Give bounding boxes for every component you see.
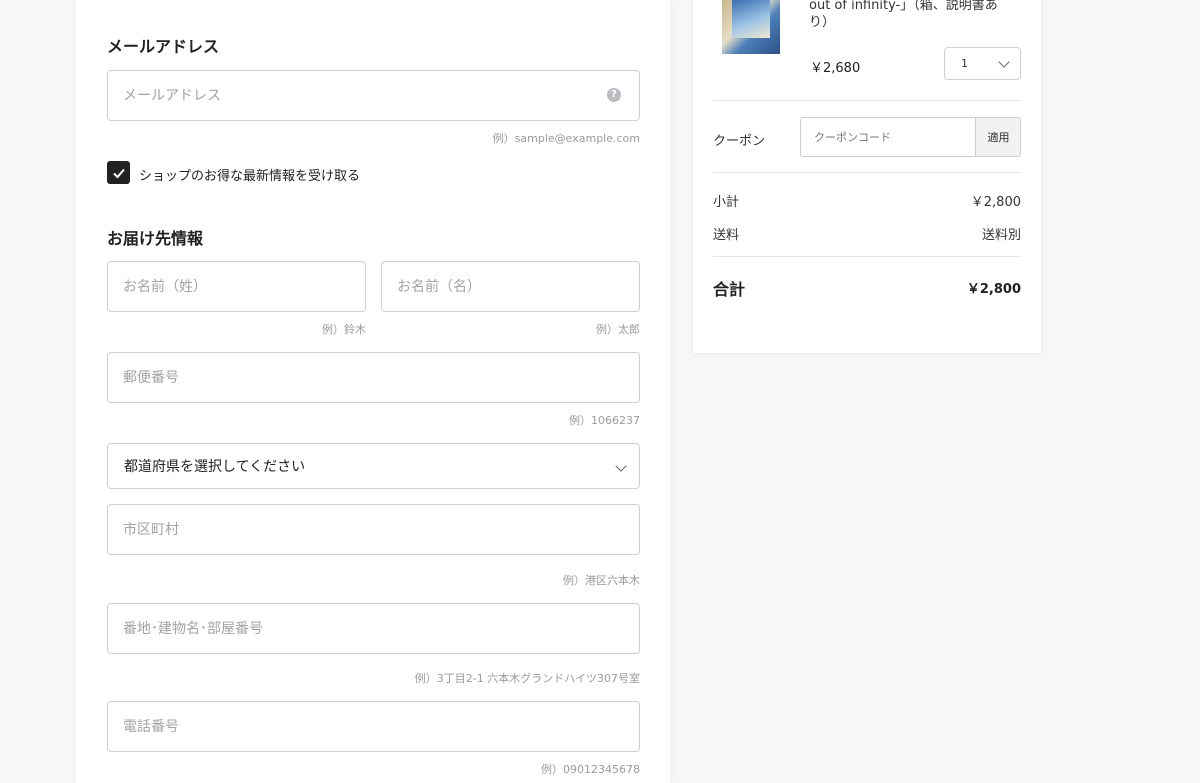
divider — [713, 172, 1021, 173]
product-price: ￥2,680 — [810, 61, 861, 76]
prefecture-selected-value: 都道府県を選択してください — [124, 459, 306, 475]
city-input[interactable] — [123, 521, 639, 538]
question-circle-icon[interactable]: ? — [607, 88, 621, 102]
phone-input[interactable] — [123, 718, 639, 735]
email-input[interactable] — [123, 87, 639, 104]
coupon-label: クーポン — [713, 134, 766, 149]
city-field[interactable] — [107, 504, 640, 555]
chevron-down-icon — [998, 56, 1010, 68]
quantity-value: 1 — [961, 57, 968, 70]
total-label: 合計 — [713, 280, 746, 299]
email-section-title: メールアドレス — [107, 37, 220, 56]
coupon-group: 適用 — [800, 117, 1021, 157]
subtotal-label: 小計 — [713, 195, 740, 210]
shipping-fee-value: 送料別 — [981, 228, 1021, 243]
shipping-fee-label: 送料 — [713, 228, 740, 243]
last-name-hint: 例）鈴木 — [322, 323, 366, 336]
last-name-field[interactable] — [107, 261, 366, 312]
divider — [713, 256, 1021, 257]
last-name-input[interactable] — [123, 278, 365, 295]
postal-code-field[interactable] — [107, 352, 640, 403]
address-field[interactable] — [107, 603, 640, 654]
coupon-apply-button[interactable]: 適用 — [975, 118, 1020, 156]
product-thumbnail — [722, 0, 780, 54]
postal-code-hint: 例）1066237 — [569, 414, 640, 427]
email-field[interactable]: ? — [107, 70, 640, 121]
address-hint: 例）3丁目2-1 六本木グランドハイツ307号室 — [414, 672, 640, 685]
newsletter-checkbox[interactable] — [107, 161, 130, 184]
chevron-down-icon — [615, 460, 627, 472]
phone-hint: 例）09012345678 — [541, 763, 640, 776]
subtotal-value: ￥2,800 — [970, 195, 1021, 210]
first-name-hint: 例）太郎 — [596, 323, 640, 336]
check-icon — [112, 168, 125, 178]
product-title-line2: り） — [809, 15, 836, 30]
address-input[interactable] — [123, 620, 639, 637]
total-value: ￥2,800 — [966, 282, 1021, 297]
phone-field[interactable] — [107, 701, 640, 752]
postal-code-input[interactable] — [123, 369, 639, 386]
first-name-field[interactable] — [381, 261, 640, 312]
first-name-input[interactable] — [397, 278, 639, 295]
coupon-code-input[interactable] — [801, 118, 975, 156]
product-title-line1: out of infinity-」（箱、説明書あ — [809, 0, 998, 13]
quantity-select[interactable]: 1 — [944, 47, 1021, 80]
divider — [713, 100, 1021, 101]
product-title: out of infinity-」（箱、説明書あ り） — [809, 0, 1014, 31]
shipping-section-title: お届け先情報 — [107, 229, 204, 248]
email-hint: 例）sample@example.com — [492, 132, 640, 145]
prefecture-select[interactable]: 都道府県を選択してください — [107, 443, 640, 489]
newsletter-label[interactable]: ショップのお得な最新情報を受け取る — [139, 165, 360, 184]
city-hint: 例）港区六本木 — [563, 574, 640, 587]
